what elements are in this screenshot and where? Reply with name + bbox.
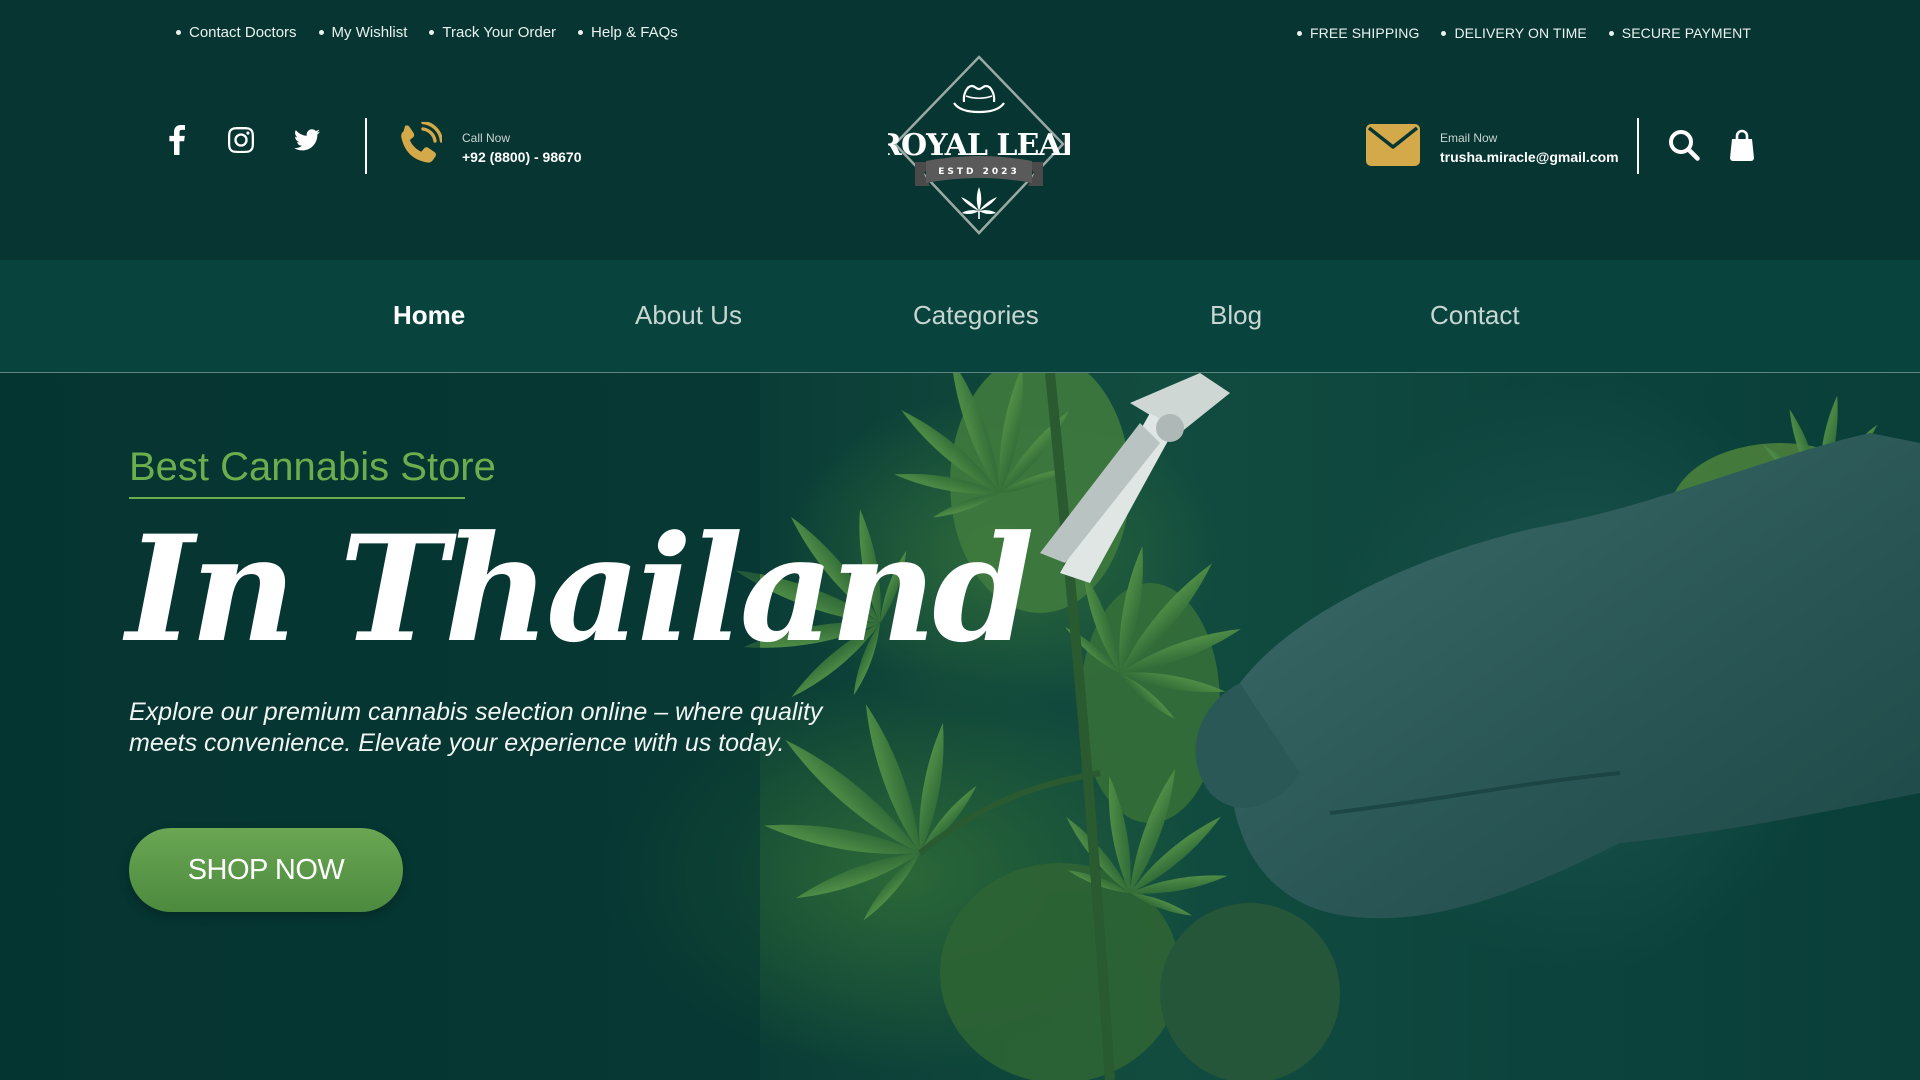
envelope-icon: [1366, 124, 1420, 171]
header-actions: [1668, 129, 1754, 166]
top-link-help-faqs[interactable]: Help & FAQs: [578, 24, 678, 41]
top-link-track-order[interactable]: Track Your Order: [429, 24, 556, 41]
nav-contact[interactable]: Contact: [1430, 300, 1520, 331]
royal-leaf-logo[interactable]: ROYAL LEAF ESTD 2023: [877, 55, 1083, 235]
shop-now-button[interactable]: SHOP NOW: [129, 828, 403, 912]
nav-about-us[interactable]: About Us: [635, 300, 742, 331]
phone-icon: [396, 120, 444, 173]
twitter-icon[interactable]: [294, 124, 320, 156]
nav-categories[interactable]: Categories: [913, 300, 1039, 331]
main-nav: Home About Us Categories Blog Contact: [0, 260, 1920, 373]
call-number[interactable]: +92 (8800) - 98670: [462, 149, 581, 165]
perk-delivery-on-time: DELIVERY ON TIME: [1441, 25, 1586, 41]
top-link-wishlist[interactable]: My Wishlist: [319, 24, 408, 41]
hero-kicker-underline: [129, 497, 465, 499]
call-label: Call Now: [462, 130, 511, 145]
hero-banner: Best Cannabis Store In Thailand Explore …: [0, 373, 1920, 1080]
header-divider-right: [1637, 118, 1639, 174]
shopping-bag-icon[interactable]: [1730, 129, 1754, 166]
call-now[interactable]: Call Now +92 (8800) - 98670: [396, 120, 581, 173]
facebook-icon[interactable]: [164, 124, 190, 156]
email-address[interactable]: trusha.miracle@gmail.com: [1440, 149, 1619, 165]
hero-title: In Thailand: [126, 504, 1034, 675]
header-divider-left: [365, 118, 367, 174]
top-link-contact-doctors[interactable]: Contact Doctors: [176, 24, 297, 41]
perk-free-shipping: FREE SHIPPING: [1297, 25, 1419, 41]
email-label: Email Now: [1440, 130, 1498, 145]
hero-kicker: Best Cannabis Store: [129, 445, 496, 489]
top-perks: FREE SHIPPING DELIVERY ON TIME SECURE PA…: [1297, 25, 1751, 41]
site-header: Contact Doctors My Wishlist Track Your O…: [0, 0, 1920, 260]
top-links: Contact Doctors My Wishlist Track Your O…: [176, 24, 678, 41]
hero-description: Explore our premium cannabis selection o…: [129, 698, 823, 757]
social-links: [164, 124, 320, 156]
instagram-icon[interactable]: [228, 124, 254, 156]
perk-secure-payment: SECURE PAYMENT: [1609, 25, 1751, 41]
email-now[interactable]: Email Now trusha.miracle@gmail.com: [1366, 124, 1619, 171]
search-icon[interactable]: [1668, 129, 1700, 166]
nav-blog[interactable]: Blog: [1210, 300, 1262, 331]
nav-home[interactable]: Home: [393, 300, 465, 331]
logo-tagline: ESTD 2023: [938, 167, 1019, 177]
